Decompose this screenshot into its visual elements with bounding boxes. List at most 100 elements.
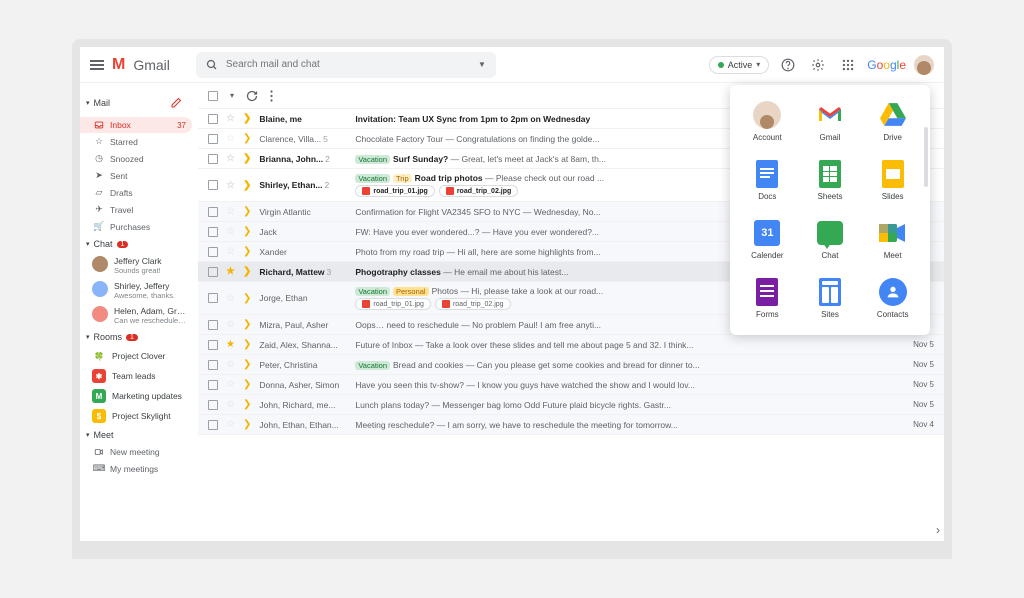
app-slides[interactable]: Slides bbox=[863, 156, 922, 205]
app-meet[interactable]: Meet bbox=[863, 215, 922, 264]
search-bar[interactable]: ▼ bbox=[196, 52, 496, 78]
star-icon[interactable]: ☆ bbox=[226, 293, 235, 304]
star-icon[interactable]: ☆ bbox=[226, 180, 235, 191]
room-item[interactable]: 🍀Project Clover bbox=[80, 346, 192, 366]
menu-icon[interactable] bbox=[90, 60, 104, 70]
chevron-down-icon[interactable]: ▾ bbox=[230, 91, 234, 100]
app-forms[interactable]: Forms bbox=[738, 274, 797, 323]
sidebar-item-sent[interactable]: ➤Sent bbox=[80, 167, 192, 184]
star-icon[interactable]: ☆ bbox=[226, 246, 235, 257]
help-icon[interactable] bbox=[777, 54, 799, 76]
sidebar-item-purchases[interactable]: 🛒Purchases bbox=[80, 218, 192, 235]
meet-item[interactable]: ⌨My meetings bbox=[80, 460, 192, 477]
sidebar-section-rooms[interactable]: ▾ Rooms 1 bbox=[80, 328, 192, 346]
row-checkbox[interactable] bbox=[208, 227, 218, 237]
scrollbar-icon[interactable] bbox=[924, 127, 928, 187]
importance-icon[interactable]: ❯ bbox=[243, 180, 251, 191]
app-drive[interactable]: Drive bbox=[863, 97, 922, 146]
row-checkbox[interactable] bbox=[208, 114, 218, 124]
sidebar-item-starred[interactable]: ☆Starred bbox=[80, 133, 192, 150]
room-item[interactable]: ✱Team leads bbox=[80, 366, 192, 386]
sidebar-section-chat[interactable]: ▾ Chat 1 bbox=[80, 235, 192, 253]
star-icon[interactable]: ☆ bbox=[226, 206, 235, 217]
importance-icon[interactable]: ❯ bbox=[243, 133, 251, 144]
chat-item[interactable]: Shirley, JefferyAwesome, thanks. bbox=[80, 278, 192, 303]
side-panel-toggle-icon[interactable]: › bbox=[936, 523, 940, 537]
importance-icon[interactable]: ❯ bbox=[243, 379, 251, 390]
importance-icon[interactable]: ❯ bbox=[243, 226, 251, 237]
sidebar-item-inbox[interactable]: Inbox37 bbox=[80, 117, 192, 133]
refresh-icon[interactable] bbox=[246, 90, 258, 102]
importance-icon[interactable]: ❯ bbox=[243, 153, 251, 164]
email-row[interactable]: ☆ ❯ Peter, Christina VacationBread and c… bbox=[198, 355, 944, 375]
row-checkbox[interactable] bbox=[208, 320, 218, 330]
sidebar-section-meet[interactable]: ▾ Meet bbox=[80, 426, 192, 444]
attachment-chip[interactable]: road_trip_02.jpg bbox=[435, 298, 511, 310]
importance-icon[interactable]: ❯ bbox=[243, 419, 251, 430]
email-row[interactable]: ★ ❯ Zaid, Alex, Shanna... Future of Inbo… bbox=[198, 335, 944, 355]
email-row[interactable]: ☆ ❯ Donna, Asher, Simon Have you seen th… bbox=[198, 375, 944, 395]
apps-grid-icon[interactable] bbox=[837, 54, 859, 76]
room-item[interactable]: $Project Skylight bbox=[80, 406, 192, 426]
compose-button[interactable] bbox=[166, 93, 186, 113]
row-checkbox[interactable] bbox=[208, 400, 218, 410]
star-icon[interactable]: ☆ bbox=[226, 359, 235, 370]
row-checkbox[interactable] bbox=[208, 207, 218, 217]
importance-icon[interactable]: ❯ bbox=[243, 113, 251, 124]
app-calender[interactable]: 31Calender bbox=[738, 215, 797, 264]
row-checkbox[interactable] bbox=[208, 180, 218, 190]
star-icon[interactable]: ☆ bbox=[226, 399, 235, 410]
row-checkbox[interactable] bbox=[208, 293, 218, 303]
app-docs[interactable]: Docs bbox=[738, 156, 797, 205]
importance-icon[interactable]: ❯ bbox=[243, 399, 251, 410]
importance-icon[interactable]: ❯ bbox=[243, 359, 251, 370]
chevron-down-icon[interactable]: ▼ bbox=[478, 60, 486, 69]
sidebar-item-drafts[interactable]: ▱Drafts bbox=[80, 184, 192, 201]
star-icon[interactable]: ☆ bbox=[226, 226, 235, 237]
search-input[interactable] bbox=[226, 59, 470, 70]
row-checkbox[interactable] bbox=[208, 380, 218, 390]
star-icon[interactable]: ☆ bbox=[226, 113, 235, 124]
row-checkbox[interactable] bbox=[208, 154, 218, 164]
select-all-checkbox[interactable] bbox=[208, 91, 218, 101]
star-icon[interactable]: ☆ bbox=[226, 419, 235, 430]
importance-icon[interactable]: ❯ bbox=[243, 206, 251, 217]
sidebar-section-mail[interactable]: ▾ Mail bbox=[80, 89, 192, 117]
importance-icon[interactable]: ❯ bbox=[243, 339, 251, 350]
row-checkbox[interactable] bbox=[208, 360, 218, 370]
importance-icon[interactable]: ❯ bbox=[243, 266, 251, 277]
star-icon[interactable]: ★ bbox=[226, 266, 235, 277]
star-icon[interactable]: ☆ bbox=[226, 153, 235, 164]
email-row[interactable]: ☆ ❯ John, Ethan, Ethan... Meeting resche… bbox=[198, 415, 944, 435]
star-icon[interactable]: ★ bbox=[226, 339, 235, 350]
app-gmail[interactable]: Gmail bbox=[801, 97, 860, 146]
row-checkbox[interactable] bbox=[208, 267, 218, 277]
app-chat[interactable]: Chat bbox=[801, 215, 860, 264]
attachment-chip[interactable]: road_trip_02.jpg bbox=[439, 185, 518, 197]
star-icon[interactable]: ☆ bbox=[226, 319, 235, 330]
row-checkbox[interactable] bbox=[208, 134, 218, 144]
attachment-chip[interactable]: road_trip_01.jpg bbox=[355, 298, 431, 310]
app-contacts[interactable]: Contacts bbox=[863, 274, 922, 323]
more-icon[interactable] bbox=[270, 90, 273, 102]
profile-avatar[interactable] bbox=[914, 55, 934, 75]
importance-icon[interactable]: ❯ bbox=[243, 319, 251, 330]
row-checkbox[interactable] bbox=[208, 420, 218, 430]
settings-gear-icon[interactable] bbox=[807, 54, 829, 76]
chat-item[interactable]: Jeffery ClarkSounds great! bbox=[80, 253, 192, 278]
meet-item[interactable]: New meeting bbox=[80, 444, 192, 460]
status-chip[interactable]: Active ▾ bbox=[709, 56, 770, 74]
star-icon[interactable]: ☆ bbox=[226, 379, 235, 390]
app-account[interactable]: Account bbox=[738, 97, 797, 146]
chat-item[interactable]: Helen, Adam, GregoryCan we reschedule th… bbox=[80, 303, 192, 328]
row-checkbox[interactable] bbox=[208, 247, 218, 257]
importance-icon[interactable]: ❯ bbox=[243, 246, 251, 257]
sidebar-item-snoozed[interactable]: ◷Snoozed bbox=[80, 150, 192, 167]
app-sheets[interactable]: Sheets bbox=[801, 156, 860, 205]
attachment-chip[interactable]: road_trip_01.jpg bbox=[355, 185, 434, 197]
room-item[interactable]: MMarketing updates bbox=[80, 386, 192, 406]
row-checkbox[interactable] bbox=[208, 340, 218, 350]
app-sites[interactable]: Sites bbox=[801, 274, 860, 323]
star-icon[interactable]: ☆ bbox=[226, 133, 235, 144]
importance-icon[interactable]: ❯ bbox=[243, 293, 251, 304]
